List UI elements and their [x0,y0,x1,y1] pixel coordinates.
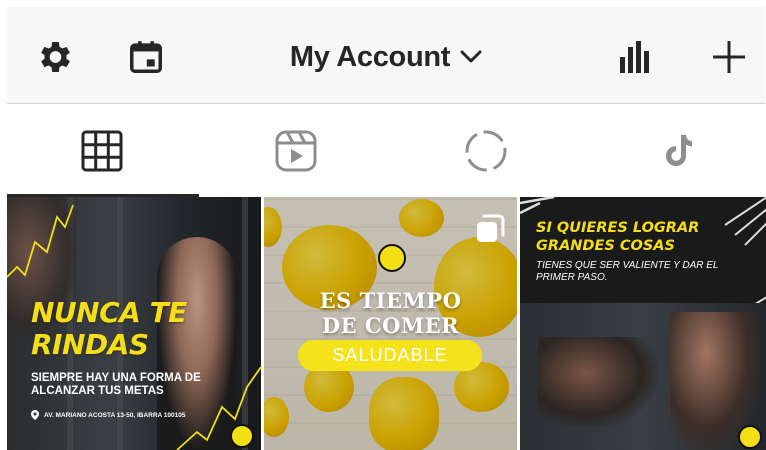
app-root: My Account NUNCA TE RINDAS SIEMPRE HAY U… [0,0,766,450]
insights-button[interactable] [613,35,657,79]
post-headline-line: NUNCA TE [31,296,187,329]
tab-reels[interactable] [201,105,390,197]
tab-tiktok[interactable] [583,105,766,197]
reels-icon [275,130,316,172]
post-highlight: SALUDABLE [298,340,482,371]
post-headline-line: RINDAS [31,328,149,361]
tiktok-icon [665,135,692,166]
stories-icon [465,130,506,172]
location-pin-icon [31,410,39,420]
add-button[interactable] [707,35,751,79]
post-headline: ES TIEMPO DE COMER [264,288,517,338]
profile-tabs [7,105,765,197]
post-headline-line: DE COMER [321,313,460,338]
posts-grid: NUNCA TE RINDAS SIEMPRE HAY UNA FORMA DE… [7,197,766,450]
tab-posts-grid[interactable] [7,105,196,197]
carousel-icon [477,214,505,242]
tab-stories[interactable] [391,105,580,197]
post-headline: NUNCA TE RINDAS [31,297,187,361]
post-image [538,337,658,427]
grid-post[interactable]: ES TIEMPO DE COMER SALUDABLE [264,197,517,450]
gym-logo [378,244,406,272]
gym-logo [738,425,762,449]
grid-post[interactable]: NUNCA TE RINDAS SIEMPRE HAY UNA FORMA DE… [7,197,261,450]
post-headline-line: ES TIEMPO [319,288,462,313]
plus-icon [713,41,745,73]
post-headline: SI QUIERES LOGRAR GRANDES COSAS [536,220,700,254]
top-bar: My Account [7,7,765,104]
bar-chart-icon [620,41,649,73]
gym-logo [230,424,254,448]
post-address-text: AV. MARIANO ACOSTA 13-50, IBARRA 100105 [44,411,186,419]
chevron-down-icon [460,50,482,63]
page-title: My Account [289,40,451,73]
post-subtext: TIENES QUE SER VALIENTE Y DAR EL PRIMER … [536,260,719,283]
grid-icon [81,130,122,172]
post-subtext: SIEMPRE HAY UNA FORMA DE ALCANZAR TUS ME… [31,372,201,397]
post-address: AV. MARIANO ACOSTA 13-50, IBARRA 100105 [31,410,185,420]
grid-post[interactable]: SI QUIERES LOGRAR GRANDES COSAS TIENES Q… [520,197,766,450]
